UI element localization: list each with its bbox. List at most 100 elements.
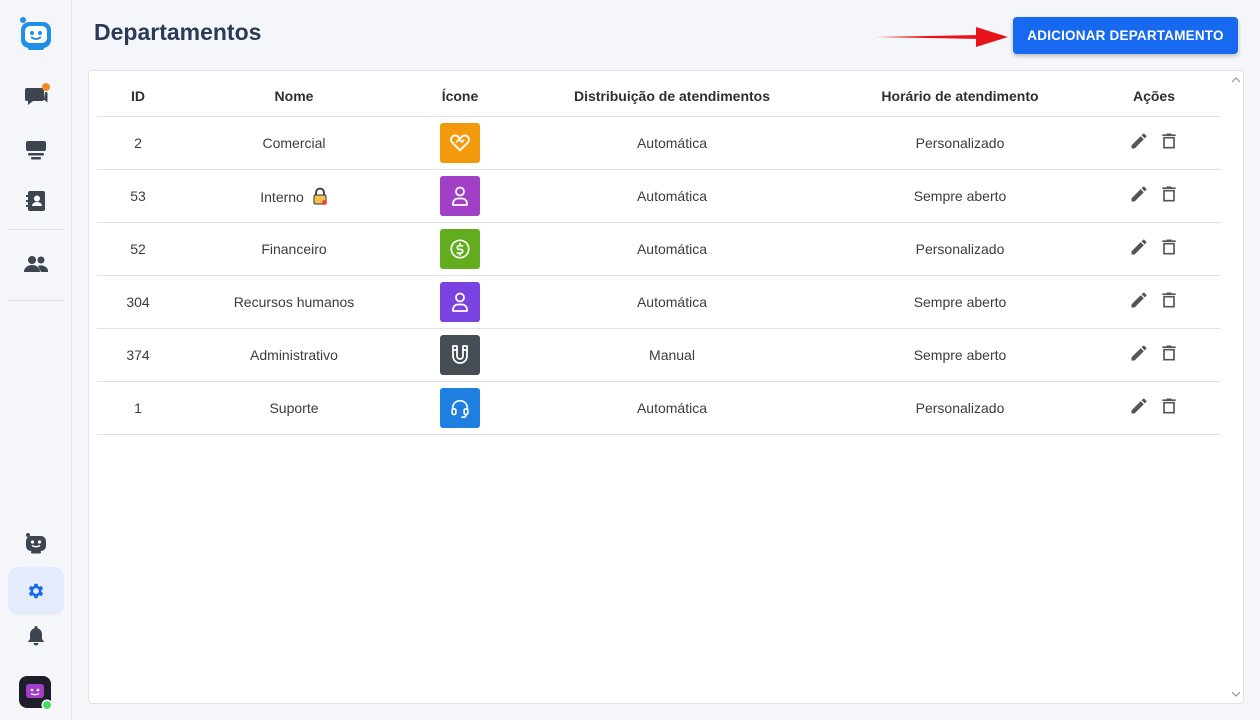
cell-hours: Personalizado	[833, 116, 1087, 170]
pencil-icon	[1131, 186, 1147, 202]
trash-icon	[1162, 292, 1176, 308]
sidebar-item-contacts[interactable]	[8, 177, 64, 225]
delete-button[interactable]	[1159, 396, 1179, 416]
cell-actions	[1087, 328, 1221, 382]
table-row[interactable]: 52 Financeiro Automática Personalizado	[97, 222, 1221, 276]
cell-id: 1	[97, 381, 179, 435]
scrollbar[interactable]	[1229, 71, 1243, 703]
column-header-name[interactable]: Nome	[179, 71, 409, 117]
sidebar-item-bots[interactable]	[8, 519, 64, 567]
cell-hours: Personalizado	[833, 222, 1087, 276]
cell-icon	[409, 381, 511, 435]
delete-button[interactable]	[1159, 237, 1179, 257]
column-header-actions: Ações	[1087, 71, 1221, 117]
pencil-icon	[1131, 398, 1147, 414]
cell-actions	[1087, 222, 1221, 276]
gear-icon	[28, 583, 44, 599]
departments-table: ID Nome Ícone Distribuição de atendiment…	[97, 71, 1221, 435]
departments-card: ID Nome Ícone Distribuição de atendiment…	[88, 70, 1244, 704]
column-header-id[interactable]: ID	[97, 71, 179, 117]
edit-button[interactable]	[1129, 290, 1149, 310]
bell-icon	[28, 626, 44, 646]
sidebar-item-team[interactable]	[8, 240, 64, 288]
edit-button[interactable]	[1129, 396, 1149, 416]
bot-icon	[26, 533, 46, 554]
sidebar	[0, 0, 72, 720]
cell-icon	[409, 222, 511, 276]
department-name: Comercial	[262, 134, 326, 151]
cell-hours: Sempre aberto	[833, 169, 1087, 223]
lock-icon	[313, 187, 327, 205]
department-name: Administrativo	[250, 346, 338, 363]
inbox-stack-icon	[26, 141, 46, 160]
cell-name: Recursos humanos	[179, 275, 409, 329]
cell-icon	[409, 169, 511, 223]
sidebar-item-settings[interactable]	[8, 567, 64, 615]
department-icon-badge	[440, 387, 480, 428]
sidebar-item-queues[interactable]	[8, 126, 64, 174]
department-icon-badge	[440, 281, 480, 322]
cell-hours: Personalizado	[833, 381, 1087, 435]
people-icon	[24, 256, 48, 272]
cell-distribution: Manual	[511, 328, 833, 382]
app-root: Departamentos ADICIONAR DEPARTAMENTO ID …	[0, 0, 1260, 720]
department-icon-badge	[440, 122, 480, 163]
table-row[interactable]: 304 Recursos humanos Automática Sempre a…	[97, 275, 1221, 329]
annotation-arrow	[876, 27, 1008, 47]
edit-button[interactable]	[1129, 131, 1149, 151]
column-header-distribution[interactable]: Distribuição de atendimentos	[511, 71, 833, 117]
delete-button[interactable]	[1159, 184, 1179, 204]
contact-book-icon	[26, 191, 45, 211]
cell-icon	[409, 328, 511, 382]
column-header-icon[interactable]: Ícone	[409, 71, 511, 117]
trash-icon	[1162, 133, 1176, 149]
app-logo[interactable]	[8, 10, 64, 58]
avatar-icon	[19, 676, 53, 711]
cell-name: Interno	[179, 169, 409, 223]
user-icon	[452, 292, 468, 312]
department-name: Interno	[260, 188, 304, 205]
table-row[interactable]: 53 Interno Automática Sempre aberto	[97, 169, 1221, 223]
sidebar-divider	[8, 300, 64, 301]
table-row[interactable]: 1 Suporte Automática Personalizado	[97, 381, 1221, 435]
magnet-icon	[452, 344, 468, 364]
table-header-row: ID Nome Ícone Distribuição de atendiment…	[97, 71, 1221, 117]
dollar-circle-icon	[450, 238, 470, 259]
sidebar-item-notifications[interactable]	[8, 612, 64, 660]
pencil-icon	[1131, 133, 1147, 149]
handshake-heart-icon	[450, 134, 470, 151]
cell-actions	[1087, 169, 1221, 223]
chevron-up-icon[interactable]	[1232, 77, 1240, 83]
cell-id: 53	[97, 169, 179, 223]
profile-avatar[interactable]	[8, 669, 64, 717]
chevron-down-icon[interactable]	[1232, 691, 1240, 697]
column-header-hours[interactable]: Horário de atendimento	[833, 71, 1087, 117]
edit-button[interactable]	[1129, 237, 1149, 257]
cell-actions	[1087, 381, 1221, 435]
trash-icon	[1162, 345, 1176, 361]
cell-id: 52	[97, 222, 179, 276]
delete-button[interactable]	[1159, 290, 1179, 310]
edit-button[interactable]	[1129, 184, 1149, 204]
cell-name: Suporte	[179, 381, 409, 435]
cell-name: Administrativo	[179, 328, 409, 382]
cell-name: Financeiro	[179, 222, 409, 276]
department-name: Recursos humanos	[233, 293, 355, 310]
trash-icon	[1162, 186, 1176, 202]
cell-hours: Sempre aberto	[833, 328, 1087, 382]
table-row[interactable]: 2 Comercial Automática Personalizado	[97, 116, 1221, 170]
cell-name: Comercial	[179, 116, 409, 170]
pencil-icon	[1131, 239, 1147, 255]
cell-hours: Sempre aberto	[833, 275, 1087, 329]
edit-button[interactable]	[1129, 343, 1149, 363]
cell-actions	[1087, 275, 1221, 329]
cell-distribution: Automática	[511, 169, 833, 223]
sidebar-item-chats[interactable]	[8, 72, 64, 120]
sidebar-divider	[8, 229, 64, 230]
add-department-button[interactable]: ADICIONAR DEPARTAMENTO	[1013, 17, 1238, 54]
pencil-icon	[1131, 292, 1147, 308]
trash-icon	[1162, 239, 1176, 255]
table-row[interactable]: 374 Administrativo Manual Sempre aberto	[97, 328, 1221, 382]
delete-button[interactable]	[1159, 131, 1179, 151]
delete-button[interactable]	[1159, 343, 1179, 363]
